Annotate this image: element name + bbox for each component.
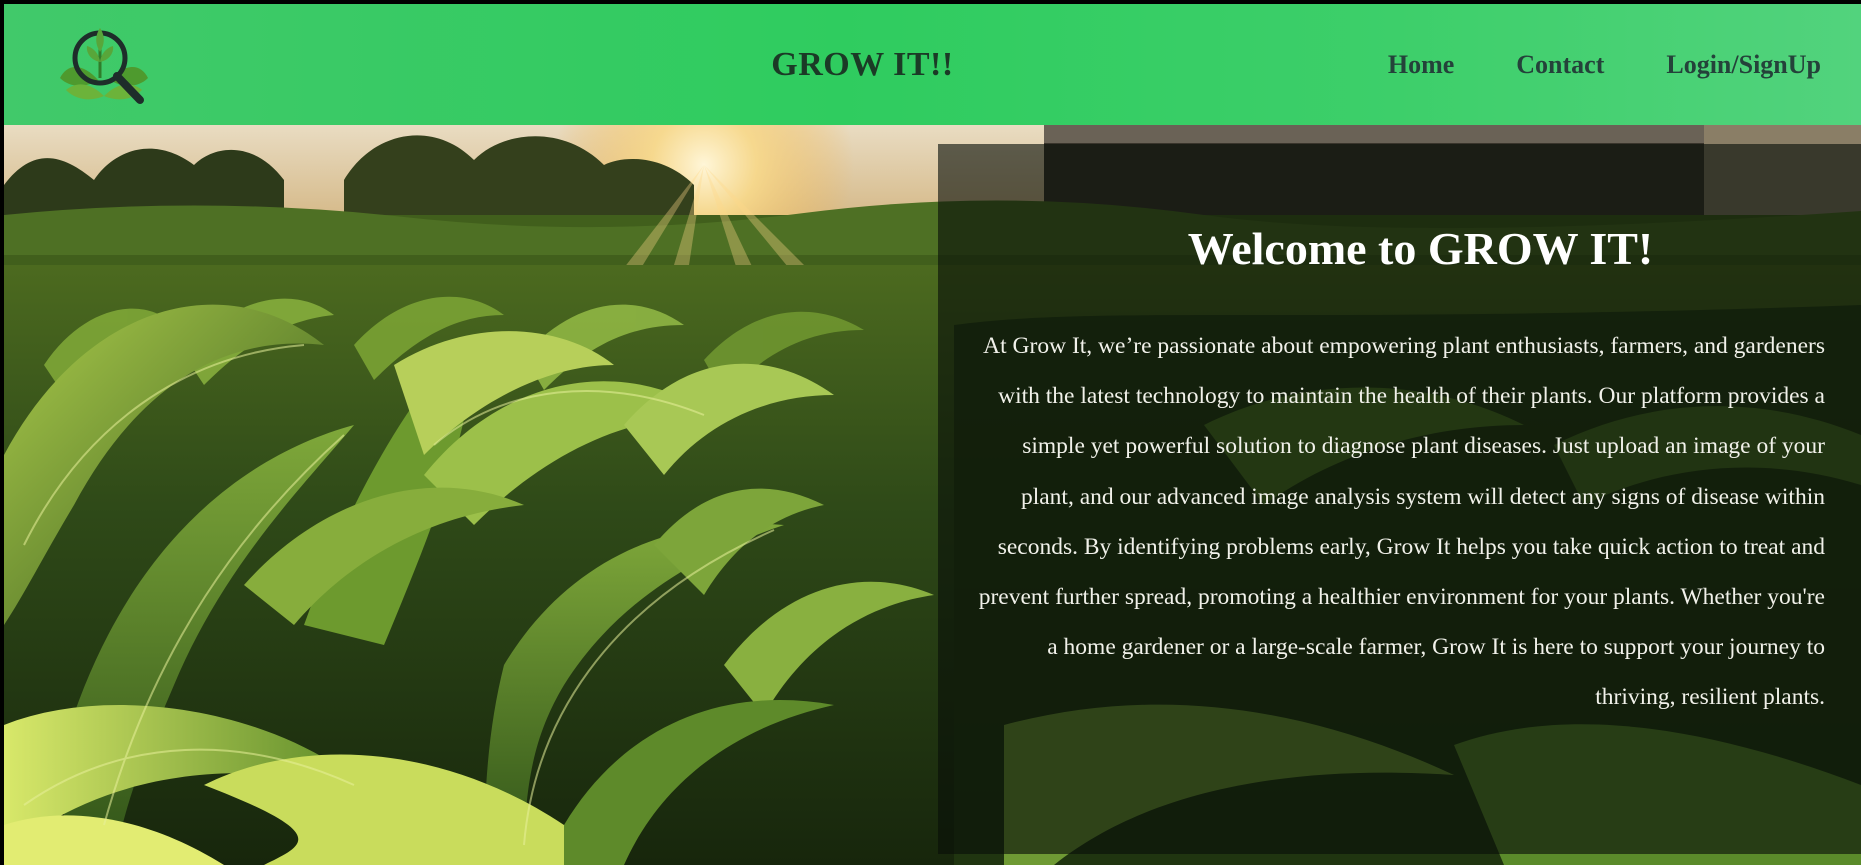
navbar: GROW IT!! Home Contact Login/SignUp [4,4,1861,125]
welcome-description: At Grow It, we’re passionate about empow… [978,333,1825,711]
main-nav: Home Contact Login/SignUp [1388,4,1821,125]
welcome-panel: Welcome to GROW IT! At Grow It, we’re pa… [938,144,1861,854]
nav-home-link[interactable]: Home [1388,50,1454,80]
nav-contact-link[interactable]: Contact [1516,50,1604,80]
page-frame: GROW IT!! Home Contact Login/SignUp Welc… [4,4,1861,865]
nav-login-signup-link[interactable]: Login/SignUp [1666,50,1821,80]
welcome-title: Welcome to GROW IT! [1187,223,1654,274]
